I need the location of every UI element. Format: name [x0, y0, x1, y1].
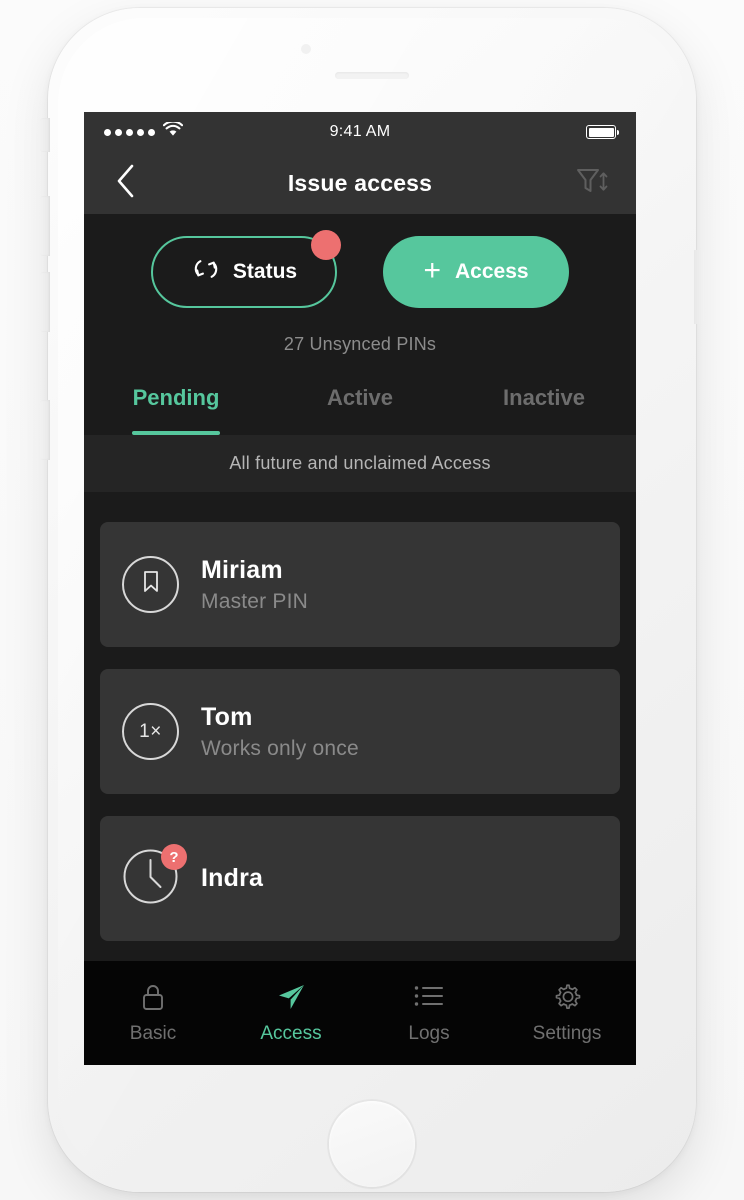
tab-active-label: Active [326, 385, 394, 410]
segment-tabs: Pending Active Inactive [84, 371, 636, 435]
status-bar-time: 9:41 AM [329, 123, 391, 140]
power-button[interactable] [694, 250, 704, 324]
tabbar-item-basic[interactable]: Basic [84, 981, 222, 1045]
list-item-text: Indra [201, 864, 263, 893]
list-item[interactable]: 1× Tom Works only once [100, 669, 620, 794]
gear-icon [552, 981, 582, 1013]
clock-icon-circle: ? [122, 844, 187, 907]
tab-active[interactable]: Active [268, 371, 452, 435]
plus-icon: + [423, 253, 441, 287]
list-item-subtitle: Master PIN [201, 589, 309, 613]
list-subtitle: All future and unclaimed Access [84, 435, 636, 492]
tabbar-item-logs[interactable]: Logs [360, 981, 498, 1045]
status-button[interactable]: Status [151, 230, 341, 308]
tab-inactive[interactable]: Inactive [452, 371, 636, 435]
question-badge: ? [161, 844, 187, 870]
notification-dot-badge [311, 230, 341, 260]
paper-plane-icon [276, 981, 306, 1013]
tabbar-label-settings: Settings [532, 1023, 602, 1044]
list-item-text: Miriam Master PIN [201, 556, 308, 614]
filter-sort-button[interactable] [572, 164, 612, 202]
home-button[interactable] [329, 1101, 415, 1187]
one-times-icon-circle: 1× [122, 703, 179, 760]
chevron-left-icon [114, 163, 136, 204]
list-item[interactable]: Miriam Master PIN [100, 522, 620, 647]
side-button-extra[interactable] [40, 400, 50, 460]
bookmark-icon [142, 570, 160, 599]
action-button-row: Status + Access [84, 230, 636, 308]
unsynced-pins-text: 27 Unsynced PINs [283, 334, 437, 354]
back-button[interactable] [108, 164, 142, 202]
navigation-bar: Issue access [84, 152, 636, 214]
bookmark-icon-circle [122, 556, 179, 613]
earpiece-speaker [335, 72, 409, 79]
bottom-tab-bar: Basic Access Logs Settings [84, 961, 636, 1065]
volume-down-button[interactable] [40, 272, 50, 332]
list-item-title: Indra [201, 864, 264, 892]
tabbar-item-access[interactable]: Access [222, 981, 360, 1045]
tab-pending[interactable]: Pending [84, 371, 268, 435]
battery-full-icon [586, 125, 620, 139]
sync-icon [191, 254, 221, 290]
tabbar-label-basic: Basic [129, 1023, 177, 1044]
silent-switch[interactable] [40, 118, 50, 152]
add-access-button[interactable]: + Access [383, 236, 569, 308]
screenshot-stage: 9:41 AM Issue access Status + Access 27 … [0, 0, 744, 1200]
front-camera [301, 44, 311, 54]
phone-screen: 9:41 AM Issue access Status + Access 27 … [84, 112, 636, 1065]
list-item-subtitle: Works only once [201, 736, 359, 760]
tabbar-label-access: Access [260, 1023, 322, 1044]
one-times-icon: 1× [139, 720, 162, 742]
tab-pending-label: Pending [132, 385, 220, 410]
status-bar-right [586, 125, 620, 139]
actions-section: Status + Access 27 Unsynced PINs [84, 214, 636, 371]
access-button-label: Access [454, 260, 529, 283]
lock-icon [139, 981, 167, 1013]
list-item-title: Miriam [201, 555, 283, 584]
tab-active-underline [132, 431, 220, 435]
status-button-label: Status [232, 260, 298, 283]
page-title: Issue access [287, 169, 433, 196]
tab-inactive-label: Inactive [503, 385, 585, 410]
list-item[interactable]: ? Indra [100, 816, 620, 941]
list-item-text: Tom Works only once [201, 703, 359, 761]
status-bar: 9:41 AM [84, 112, 636, 152]
filter-sort-icon [574, 164, 610, 203]
tabbar-label-logs: Logs [408, 1023, 450, 1044]
volume-up-button[interactable] [40, 196, 50, 256]
tabbar-item-settings[interactable]: Settings [498, 981, 636, 1045]
list-icon [413, 981, 445, 1013]
list-item-title: Tom [201, 702, 253, 731]
